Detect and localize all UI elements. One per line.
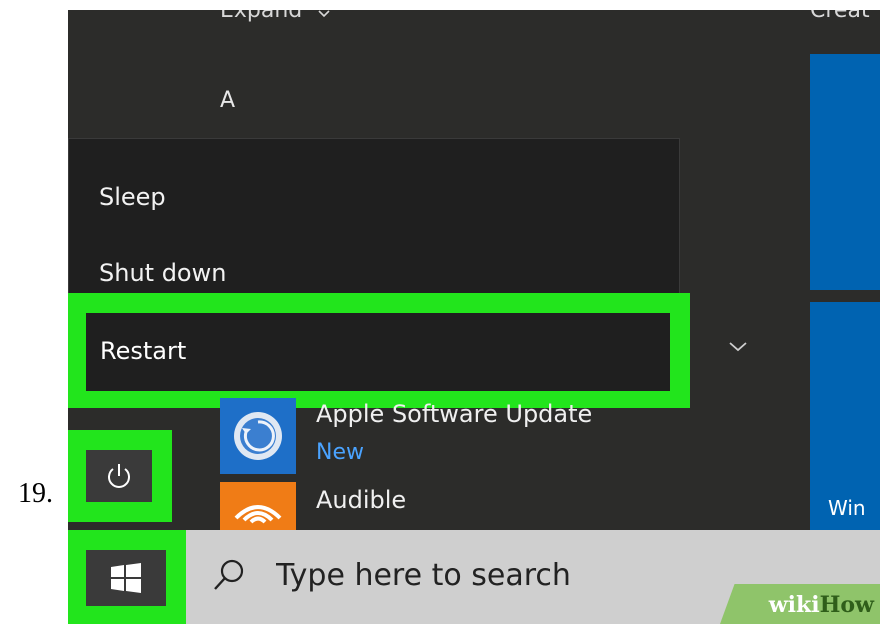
power-highlight-box [68, 430, 172, 522]
audible-icon[interactable] [220, 482, 296, 530]
sleep-menu-item[interactable]: Sleep [99, 183, 166, 211]
expand-label[interactable]: Expand [220, 10, 302, 23]
windows-tile[interactable]: Win [810, 302, 880, 530]
start-button[interactable] [86, 550, 166, 606]
power-icon [108, 464, 130, 488]
restart-highlight-box: Restart [68, 293, 690, 408]
power-button[interactable] [86, 450, 152, 502]
restart-label: Restart [100, 337, 187, 365]
restart-menu-item[interactable]: Restart [86, 313, 670, 391]
start-menu: Expand Creat A Win Sleep Shut down Resta… [68, 10, 880, 530]
section-letter-header[interactable]: A [220, 88, 235, 113]
windows-logo-icon [111, 563, 141, 593]
apple-software-update-icon[interactable] [220, 398, 296, 474]
create-label: Creat [810, 10, 870, 23]
search-icon [214, 559, 244, 590]
new-badge: New [316, 440, 364, 465]
chevron-down-icon [318, 10, 330, 18]
app-name-apple-software-update[interactable]: Apple Software Update [316, 400, 592, 428]
tile-label: Win [828, 496, 866, 520]
search-input[interactable] [274, 550, 798, 600]
shut-down-menu-item[interactable]: Shut down [99, 259, 226, 287]
step-number: 19. [18, 478, 53, 509]
windows-screen: Expand Creat A Win Sleep Shut down Resta… [68, 10, 880, 624]
live-tile[interactable] [810, 54, 880, 290]
app-name-audible[interactable]: Audible [316, 486, 406, 514]
chevron-down-icon[interactable] [728, 340, 748, 354]
wikihow-logo: wikiHow [768, 592, 874, 618]
taskbar: wikiHow [68, 530, 880, 624]
start-highlight-box [68, 530, 186, 624]
